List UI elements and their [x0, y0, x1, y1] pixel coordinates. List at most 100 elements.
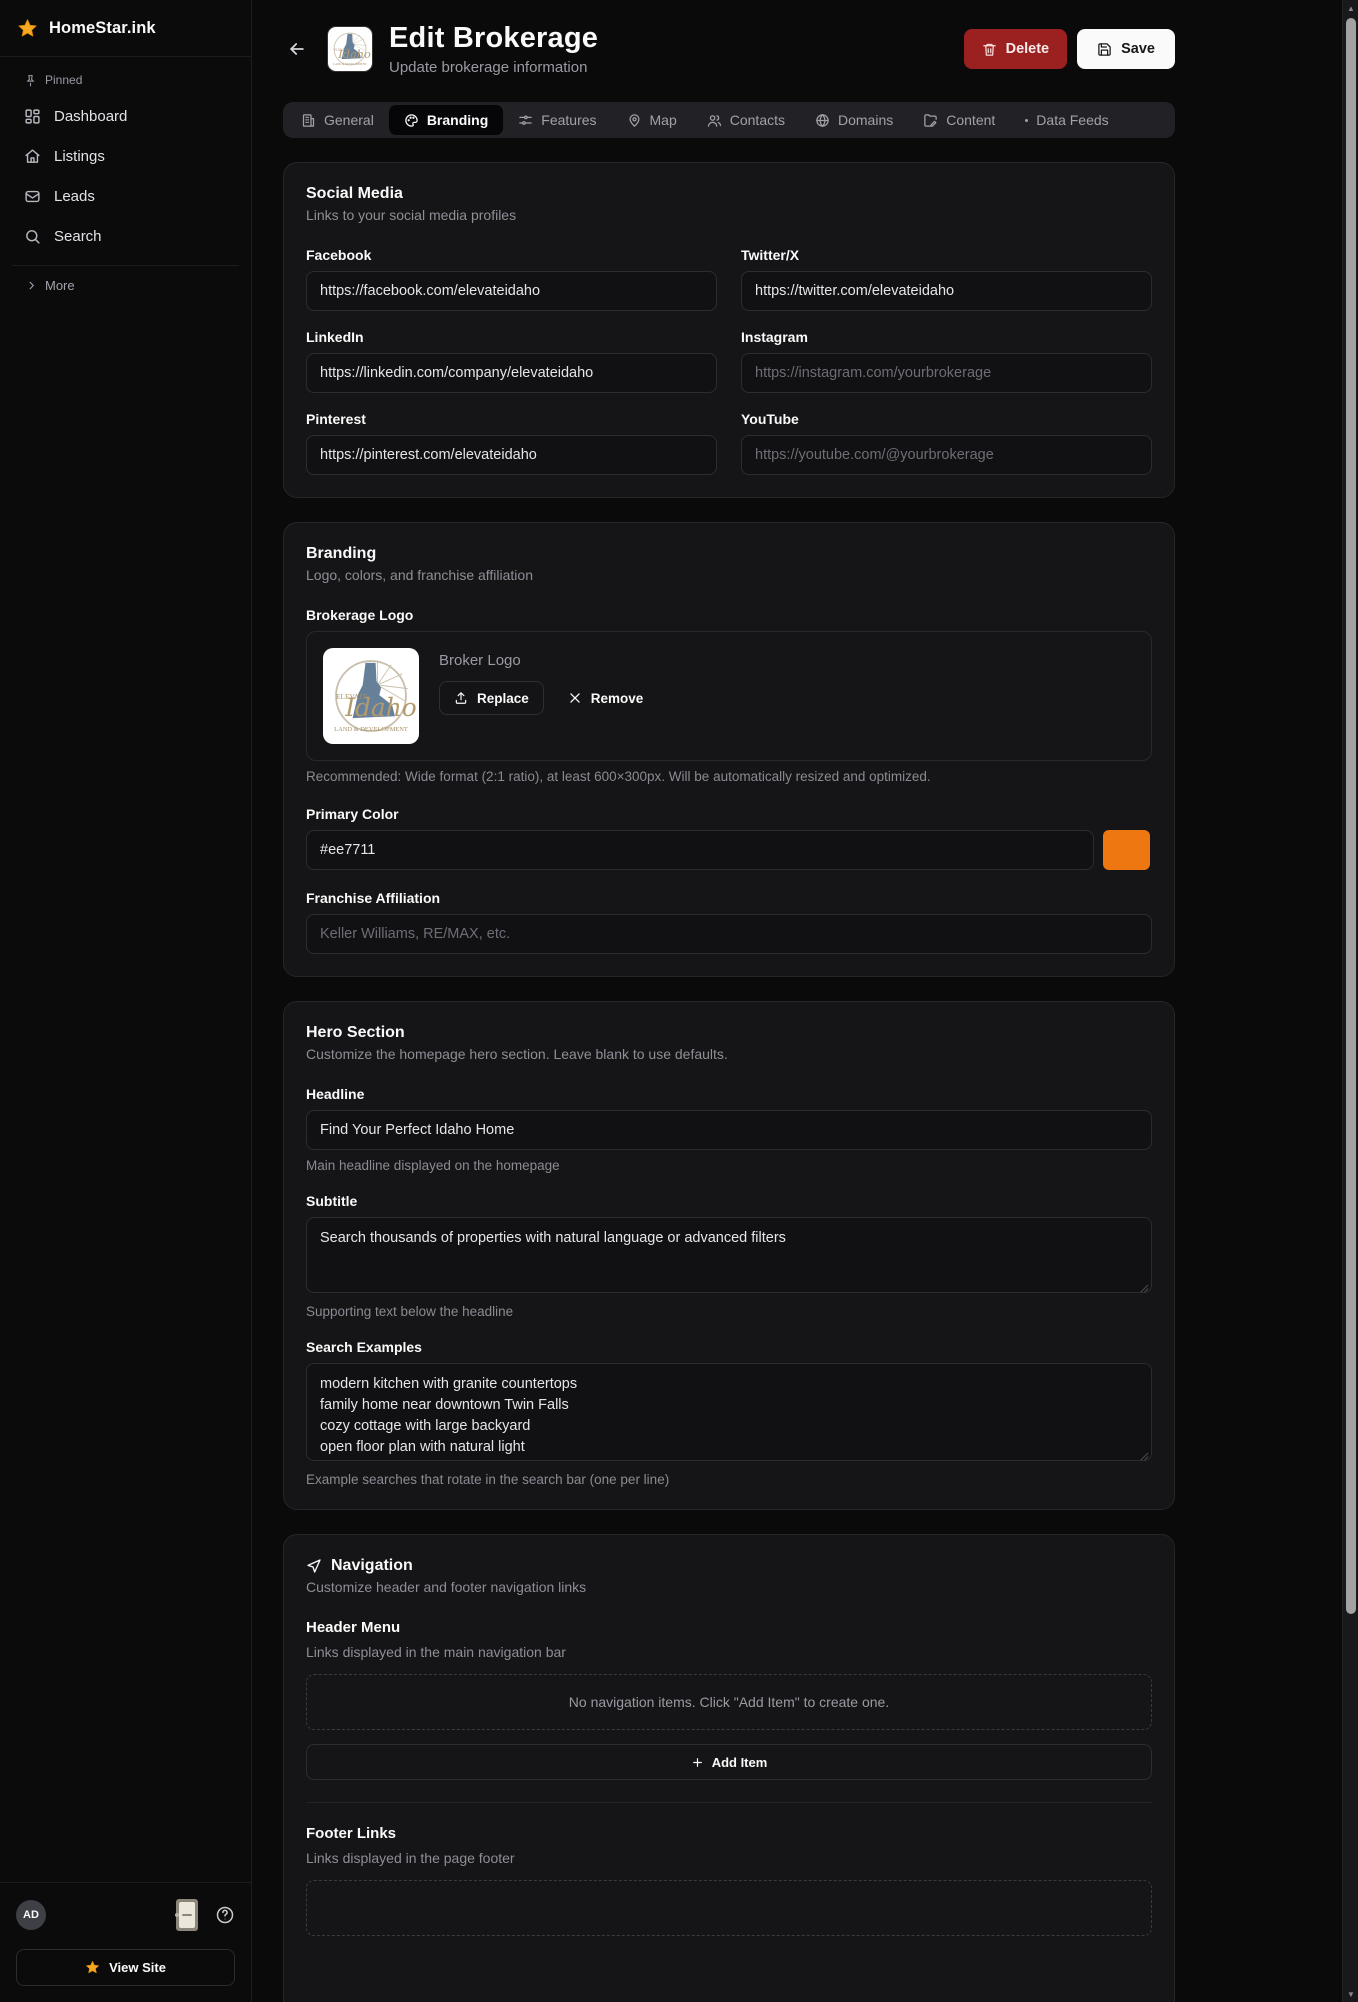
- branding-title: Branding: [306, 545, 377, 562]
- avatar[interactable]: AD: [16, 1900, 46, 1930]
- view-site-button[interactable]: View Site: [16, 1949, 235, 1986]
- folder-pen-icon: [923, 113, 938, 128]
- linkedin-input[interactable]: [306, 353, 717, 393]
- social-media-subtitle: Links to your social media profiles: [306, 207, 517, 223]
- trash-icon: [982, 42, 997, 57]
- dashboard-grid-icon: [24, 108, 41, 125]
- tab-general[interactable]: General: [286, 105, 389, 135]
- sidebar-item-search[interactable]: Search: [12, 217, 239, 255]
- scrollbar-up-arrow[interactable]: ▲: [1343, 0, 1358, 16]
- search-examples-label: Search Examples: [306, 1339, 422, 1355]
- broker-logo-image: ELEVATE Idaho LAND & DEVELOPMENT: [323, 648, 419, 744]
- franchise-label: Franchise Affiliation: [306, 890, 441, 906]
- brand-row[interactable]: HomeStar.ink: [0, 0, 251, 57]
- sliders-icon: [518, 113, 533, 128]
- logo-recommendation: Recommended: Wide format (2:1 ratio), at…: [306, 769, 931, 784]
- primary-color-input[interactable]: [306, 830, 1094, 870]
- hero-title: Hero Section: [306, 1024, 405, 1041]
- plus-icon: [691, 1756, 704, 1769]
- branding-subtitle: Logo, colors, and franchise affiliation: [306, 567, 533, 583]
- sidebar-footer: AD View Site: [0, 1882, 251, 2002]
- save-button[interactable]: Save: [1077, 29, 1175, 69]
- tab-map[interactable]: Map: [612, 105, 692, 135]
- save-icon: [1097, 42, 1112, 57]
- franchise-input[interactable]: [306, 914, 1152, 954]
- linkedin-label: LinkedIn: [306, 329, 364, 345]
- delete-button[interactable]: Delete: [963, 29, 1068, 69]
- app-window: HomeStar.ink Pinned Dashboard Listings L…: [0, 0, 1358, 2002]
- house-icon: [24, 148, 41, 165]
- sidebar: HomeStar.ink Pinned Dashboard Listings L…: [0, 0, 252, 2002]
- twitter-label: Twitter/X: [741, 247, 800, 263]
- add-item-button[interactable]: Add Item: [306, 1744, 1152, 1780]
- primary-color-label: Primary Color: [306, 806, 399, 822]
- upload-icon: [454, 691, 468, 705]
- scrollbar[interactable]: ▲ ▼: [1342, 0, 1358, 2002]
- social-media-card: Social Media Links to your social media …: [283, 162, 1175, 498]
- navigation-icon: [306, 1558, 322, 1574]
- map-pin-icon: [627, 113, 642, 128]
- pin-icon: [24, 74, 37, 87]
- header-menu-empty-state: No navigation items. Click "Add Item" to…: [306, 1674, 1152, 1730]
- sidebar-item-dashboard[interactable]: Dashboard: [12, 97, 239, 135]
- primary-color-swatch[interactable]: [1103, 830, 1150, 870]
- hero-subtitle: Customize the homepage hero section. Lea…: [306, 1046, 728, 1062]
- help-icon[interactable]: [215, 1905, 235, 1925]
- broker-logo-caption: Broker Logo: [439, 652, 521, 669]
- remove-logo-button[interactable]: Remove: [558, 681, 654, 715]
- mail-icon: [24, 188, 41, 205]
- x-icon: [568, 691, 582, 705]
- youtube-input[interactable]: [741, 435, 1152, 475]
- page-title: Edit Brokerage: [389, 22, 599, 54]
- replace-logo-button[interactable]: Replace: [439, 681, 544, 715]
- pinterest-input[interactable]: [306, 435, 717, 475]
- facebook-label: Facebook: [306, 247, 372, 263]
- field-facebook: Facebook: [306, 247, 717, 311]
- tab-features[interactable]: Features: [503, 105, 611, 135]
- sidebar-item-listings[interactable]: Listings: [12, 137, 239, 175]
- subtitle-help: Supporting text below the headline: [306, 1304, 514, 1319]
- back-button[interactable]: [283, 35, 311, 63]
- palette-icon: [404, 113, 419, 128]
- brand-title: HomeStar.ink: [49, 18, 156, 37]
- social-media-title: Social Media: [306, 185, 403, 202]
- svg-text:LAND & DEVELOPMENT: LAND & DEVELOPMENT: [334, 726, 408, 733]
- branding-card: Branding Logo, colors, and franchise aff…: [283, 522, 1175, 977]
- headline-label: Headline: [306, 1086, 365, 1102]
- footer-links-subtitle: Links displayed in the page footer: [306, 1850, 515, 1866]
- page-header: ELEVATE Idaho LAND & DEVELOPMENT Edit Br…: [283, 22, 1175, 76]
- instagram-input[interactable]: [741, 353, 1152, 393]
- scrollbar-thumb[interactable]: [1346, 18, 1356, 1614]
- tab-content[interactable]: Content: [908, 105, 1010, 135]
- navigation-subtitle: Customize header and footer navigation l…: [306, 1579, 587, 1595]
- search-icon: [24, 228, 41, 245]
- sidebar-nav: Pinned Dashboard Listings Leads Search M…: [0, 57, 251, 305]
- users-icon: [707, 113, 722, 128]
- svg-text:Idaho: Idaho: [337, 47, 371, 61]
- tab-contacts[interactable]: Contacts: [692, 105, 800, 135]
- search-examples-textarea[interactable]: modern kitchen with granite countertops …: [306, 1363, 1152, 1461]
- page-subtitle: Update brokerage information: [389, 59, 588, 76]
- tab-branding[interactable]: Branding: [388, 105, 504, 135]
- sidebar-item-leads[interactable]: Leads: [12, 177, 239, 215]
- tab-data-feeds[interactable]: Data Feeds: [1010, 105, 1123, 135]
- tab-domains[interactable]: Domains: [800, 105, 908, 135]
- field-youtube: YouTube: [741, 411, 1152, 475]
- logo-upload-frame: ELEVATE Idaho LAND & DEVELOPMENT Broker …: [306, 631, 1152, 761]
- star-icon: [85, 1960, 100, 1975]
- field-instagram: Instagram: [741, 329, 1152, 393]
- sidebar-more[interactable]: More: [12, 266, 239, 305]
- field-twitter: Twitter/X: [741, 247, 1152, 311]
- star-logo-icon: [17, 18, 38, 39]
- scrollbar-down-arrow[interactable]: ▼: [1343, 1986, 1358, 2002]
- svg-text:Idaho: Idaho: [344, 693, 416, 722]
- chevron-right-icon: [26, 280, 37, 291]
- header-menu-title: Header Menu: [306, 1619, 401, 1636]
- field-pinterest: Pinterest: [306, 411, 717, 475]
- headline-input[interactable]: [306, 1110, 1152, 1150]
- subtitle-textarea[interactable]: Search thousands of properties with natu…: [306, 1217, 1152, 1293]
- door-logout-icon[interactable]: [173, 1897, 201, 1933]
- navigation-title: Navigation: [331, 1557, 413, 1574]
- twitter-input[interactable]: [741, 271, 1152, 311]
- facebook-input[interactable]: [306, 271, 717, 311]
